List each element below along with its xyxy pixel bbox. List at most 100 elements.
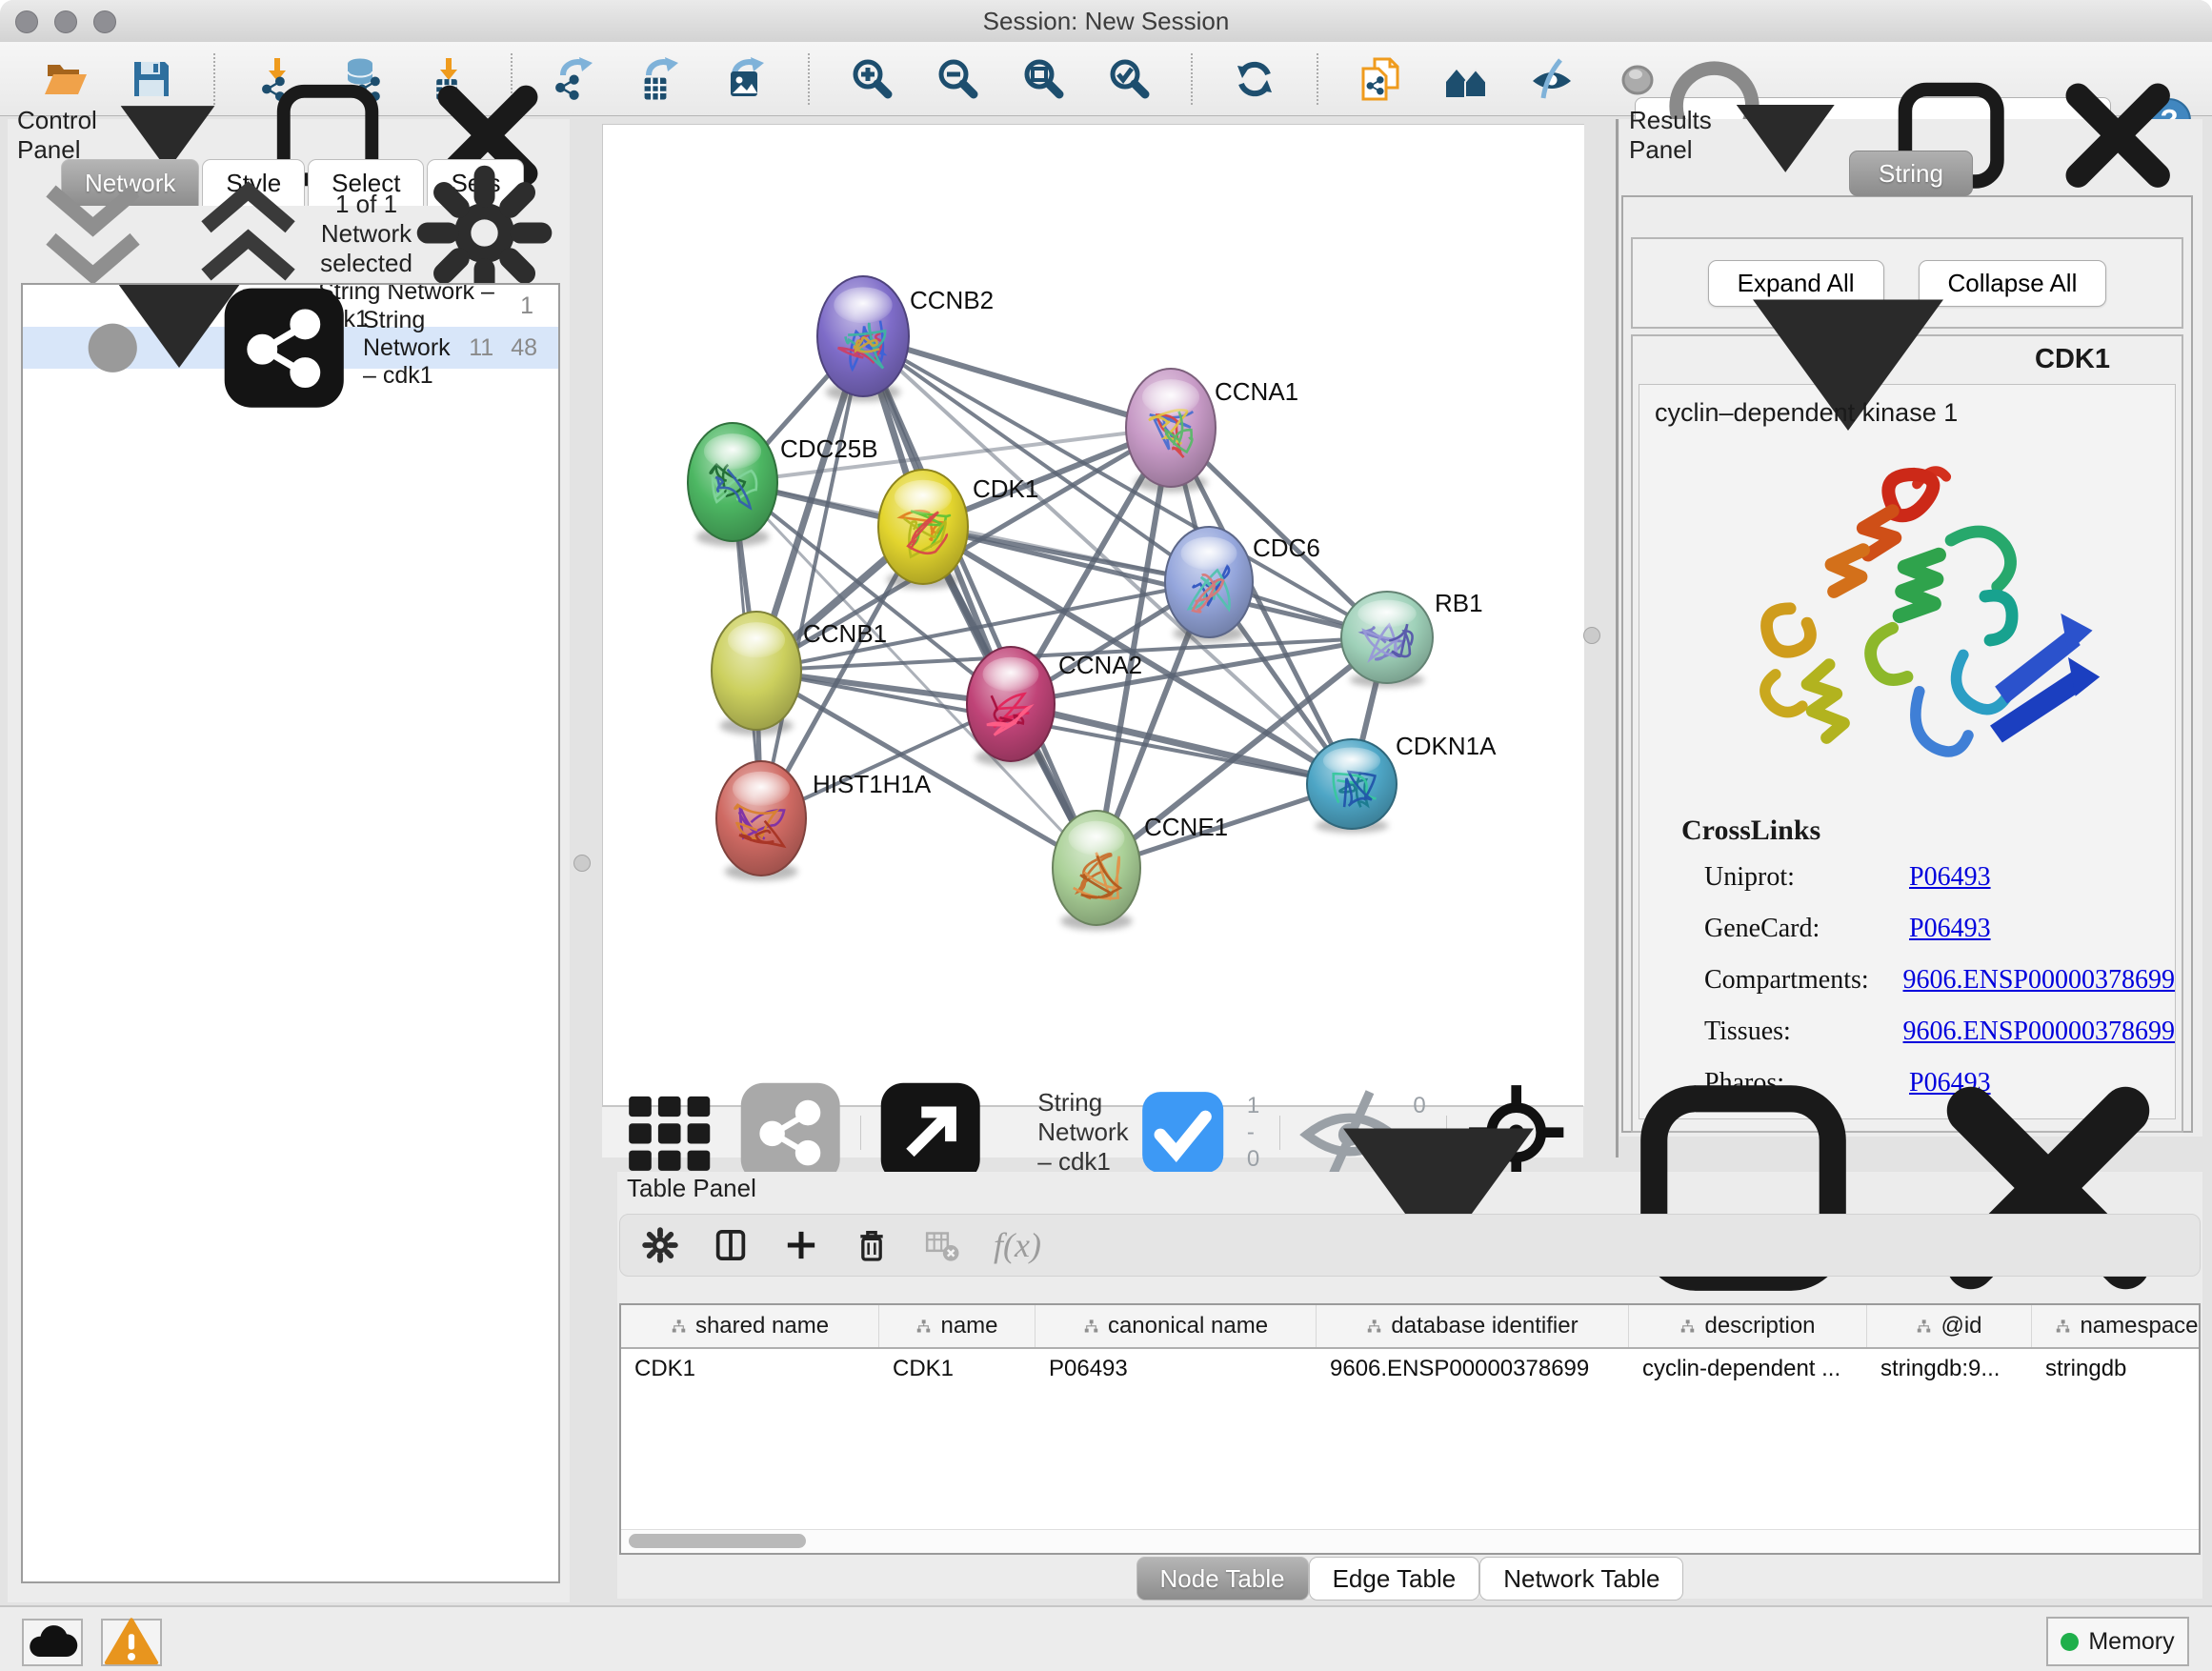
table-cell: CDK1 — [879, 1356, 1036, 1382]
network-node-CDKN1A[interactable] — [1307, 739, 1397, 833]
zoom-window-icon[interactable] — [93, 10, 116, 33]
network-node-label: CDC6 — [1253, 534, 1320, 562]
column-label: @id — [1941, 1313, 1981, 1339]
selected-count-checkbox-icon[interactable] — [1129, 1078, 1237, 1186]
crosslinks-title: CrossLinks — [1681, 815, 2175, 847]
network-node-CCNA2[interactable] — [967, 647, 1055, 766]
cloud-icon — [24, 1614, 81, 1671]
tab-edge-table[interactable]: Edge Table — [1309, 1557, 1480, 1601]
table-cell: P06493 — [1036, 1356, 1317, 1382]
zoom-out-button[interactable] — [934, 55, 981, 103]
network-thumbnail-icon[interactable] — [736, 1078, 844, 1186]
tree-node-icon — [1083, 1319, 1099, 1335]
minimize-window-icon[interactable] — [54, 10, 77, 33]
crosslink-value-link[interactable]: 9606.ENSP00000378699 — [1903, 965, 2175, 996]
scrollbar-thumb[interactable] — [629, 1534, 806, 1548]
network-node-CDC25B[interactable] — [688, 423, 777, 547]
window-title: Session: New Session — [0, 0, 2212, 42]
table-horizontal-scrollbar[interactable] — [621, 1529, 2199, 1553]
results-panel: Results Panel String Expand All Collapse… — [1619, 119, 2202, 1137]
first-neighbors-button[interactable] — [1442, 55, 1490, 103]
refresh-button[interactable] — [1231, 55, 1278, 103]
detach-view-icon[interactable] — [876, 1078, 984, 1186]
memory-label: Memory — [2088, 1628, 2174, 1656]
protein-section-header[interactable]: CDK1 — [1633, 336, 2182, 382]
network-label: String Network – cdk1 — [363, 307, 469, 390]
tab-string[interactable]: String — [1849, 151, 1973, 196]
cloud-button[interactable] — [22, 1619, 83, 1666]
export-table-button[interactable] — [636, 55, 684, 103]
table-panel-close-icon[interactable] — [1905, 1045, 2191, 1331]
crosslink-value-link[interactable]: P06493 — [1909, 914, 1991, 944]
selected-node-edge-count: 1 - 0 — [1247, 1093, 1264, 1173]
control-panel: Control Panel NetworkStyleSelectSets 1 o… — [8, 119, 570, 1602]
birdseye-grid-icon[interactable] — [615, 1078, 723, 1186]
table-panel-float-icon[interactable] — [1600, 1045, 1886, 1331]
column-header-namespace[interactable]: namespace — [2032, 1305, 2201, 1347]
network-node-label: CCNB2 — [910, 286, 994, 314]
zoom-in-button[interactable] — [848, 55, 895, 103]
network-node-CCNB2[interactable] — [817, 276, 909, 402]
table-panel-menu-icon[interactable] — [1296, 1045, 1581, 1331]
crosslink-value-link[interactable]: 9606.ENSP00000378699 — [1903, 1017, 2175, 1047]
delete-column-icon[interactable] — [853, 1226, 891, 1264]
close-window-icon[interactable] — [15, 10, 38, 33]
network-node-label: CDK1 — [973, 474, 1038, 503]
memory-button[interactable]: Memory — [2046, 1617, 2189, 1666]
tree-node-icon — [1366, 1319, 1382, 1335]
warning-icon — [103, 1614, 160, 1671]
network-node-RB1[interactable] — [1341, 592, 1433, 687]
protein-expander-icon[interactable] — [1705, 216, 1991, 502]
network-node-count: 11 — [469, 334, 493, 362]
toolbar-separator — [1317, 53, 1318, 105]
crosslink-value-link[interactable]: P06493 — [1909, 862, 1991, 893]
tree-node-icon — [671, 1319, 687, 1335]
network-node-label: CDC25B — [780, 434, 878, 463]
zoom-selected-button[interactable] — [1105, 55, 1153, 103]
results-panel-menu-icon[interactable] — [1712, 62, 1859, 209]
column-header-database-identifier[interactable]: database identifier — [1317, 1305, 1629, 1347]
warnings-button[interactable] — [101, 1619, 162, 1666]
crosslink-label: Uniprot: — [1704, 862, 1909, 893]
network-tree: String Network – cdk1 1 String Network –… — [21, 283, 560, 1583]
tab-network-table[interactable]: Network Table — [1479, 1557, 1683, 1601]
zoom-fit-button[interactable] — [1019, 55, 1067, 103]
column-header-description[interactable]: description — [1629, 1305, 1867, 1347]
network-node-CCNA1[interactable] — [1126, 369, 1216, 493]
network-row[interactable]: String Network – cdk1 11 48 — [23, 327, 558, 369]
network-view-canvas[interactable]: CCNB2 CCNA1 CDC25B CDK1 CDC6 RB1 CCNB1 — [602, 124, 1584, 1106]
right-splitter-handle[interactable] — [1583, 627, 1600, 644]
add-column-icon[interactable] — [782, 1226, 820, 1264]
crosslink-row: Compartments:9606.ENSP00000378699 — [1681, 965, 2175, 996]
clone-network-button[interactable] — [1357, 55, 1404, 103]
status-bar: Memory — [0, 1605, 2212, 1671]
network-node-CCNB1[interactable] — [712, 612, 801, 735]
columns-icon[interactable] — [712, 1226, 750, 1264]
network-node-HIST1H1A[interactable] — [716, 761, 806, 880]
control-panel-title: Control Panel — [17, 106, 97, 165]
network-node-label: CCNA1 — [1215, 377, 1298, 406]
right-splitter[interactable] — [1616, 119, 1619, 1158]
left-splitter-handle[interactable] — [573, 855, 591, 872]
column-header-shared-name[interactable]: shared name — [621, 1305, 879, 1347]
network-node-label: CCNE1 — [1144, 813, 1228, 841]
column-header-name[interactable]: name — [879, 1305, 1036, 1347]
network-selection-status: 1 of 1 Network selected — [320, 190, 412, 278]
crosslink-row: GeneCard:P06493 — [1681, 914, 2175, 944]
string-results-box: Expand All Collapse All CDK1 cyclin–depe… — [1621, 195, 2193, 1133]
open-session-button[interactable] — [42, 55, 90, 103]
network-node-CCNE1[interactable] — [1053, 811, 1140, 930]
table-cell: CDK1 — [621, 1356, 879, 1382]
column-label: namespace — [2080, 1313, 2198, 1339]
tab-node-table[interactable]: Node Table — [1136, 1557, 1309, 1601]
column-header-canonical-name[interactable]: canonical name — [1036, 1305, 1317, 1347]
results-panel-close-icon[interactable] — [2044, 62, 2191, 209]
gear-icon[interactable] — [641, 1226, 679, 1264]
export-image-button[interactable] — [722, 55, 770, 103]
results-panel-title: Results Panel — [1629, 106, 1712, 165]
column-header-@id[interactable]: @id — [1867, 1305, 2032, 1347]
table-cell: stringdb — [2032, 1356, 2201, 1382]
table-cell: 9606.ENSP00000378699 — [1317, 1356, 1629, 1382]
hide-selected-button[interactable] — [1528, 55, 1576, 103]
table-row[interactable]: CDK1CDK1P064939606.ENSP00000378699cyclin… — [621, 1349, 2199, 1389]
